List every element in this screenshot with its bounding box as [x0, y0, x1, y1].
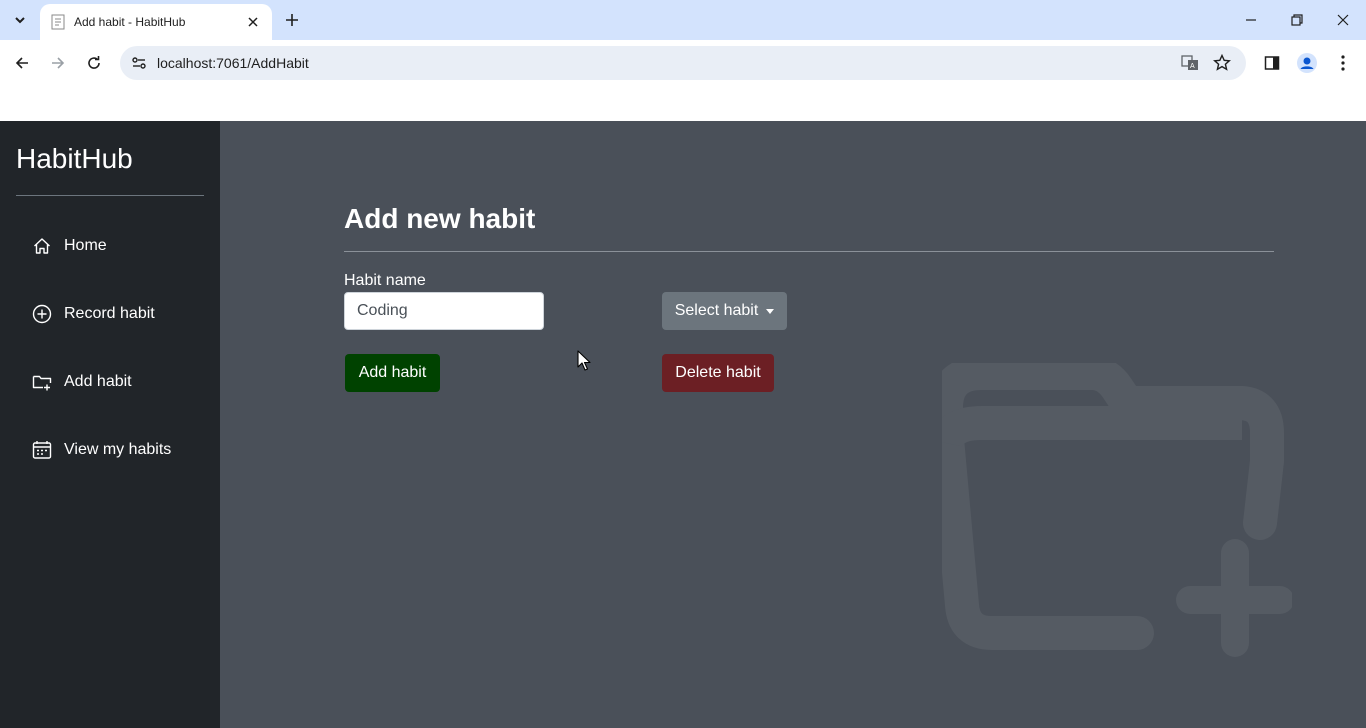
sidebar-item-label: View my habits [64, 441, 172, 458]
reload-icon [88, 56, 100, 69]
side-panel-icon [1264, 56, 1280, 70]
profile-avatar[interactable] [1293, 49, 1321, 77]
site-info-icon[interactable] [126, 50, 152, 76]
reload-button[interactable] [80, 49, 108, 77]
app: HabitHub Home Record habit Add habit Vie… [0, 121, 1366, 728]
page-favicon-icon [50, 14, 66, 30]
select-habit-label: Select habit [674, 302, 759, 319]
habit-name-input[interactable] [344, 292, 544, 330]
page-title: Add new habit [344, 203, 536, 234]
restore-icon [1291, 14, 1303, 26]
new-tab-button[interactable] [280, 8, 304, 32]
sidebar-item-add-habit[interactable]: Add habit [16, 360, 206, 404]
tab-title: Add habit - HabitHub [74, 15, 186, 29]
translate-icon[interactable]: A [1178, 51, 1202, 75]
sidebar: HabitHub Home Record habit Add habit Vie… [0, 121, 220, 728]
sidebar-divider [16, 195, 204, 196]
forward-button[interactable] [44, 49, 72, 77]
tab-strip: Add habit - HabitHub [0, 0, 1366, 40]
plus-icon [286, 14, 298, 26]
bookmark-star-icon[interactable] [1210, 51, 1234, 75]
house-icon [34, 238, 50, 254]
sidebar-item-label: Add habit [64, 373, 132, 390]
habit-name-label: Habit name [344, 272, 426, 289]
mouse-pointer-icon [577, 350, 591, 371]
browser-menu-button[interactable] [1329, 49, 1357, 77]
restore-button[interactable] [1274, 0, 1320, 40]
tab-search-button[interactable] [6, 6, 34, 34]
calendar-icon [32, 441, 52, 459]
back-button[interactable] [8, 49, 36, 77]
brand-title[interactable]: HabitHub [16, 143, 133, 175]
sidebar-item-home[interactable]: Home [16, 224, 206, 268]
sidebar-item-label: Record habit [64, 305, 155, 322]
add-habit-button[interactable]: Add habit [345, 354, 440, 392]
chevron-down-icon [15, 17, 25, 24]
delete-habit-button[interactable]: Delete habit [662, 354, 774, 392]
select-habit-dropdown[interactable]: Select habit [662, 292, 787, 330]
close-icon [1337, 14, 1349, 26]
arrow-right-icon [52, 57, 65, 69]
url-text[interactable]: localhost:7061/AddHabit [157, 55, 309, 71]
minimize-icon [1246, 19, 1256, 21]
sidebar-item-record-habit[interactable]: Record habit [16, 292, 206, 336]
folder-plus-watermark-icon [942, 363, 1292, 657]
arrow-left-icon [15, 57, 28, 69]
minimize-button[interactable] [1228, 0, 1274, 40]
profile-icon [1297, 53, 1317, 73]
title-divider [344, 251, 1274, 252]
browser-tab-active[interactable]: Add habit - HabitHub [40, 4, 272, 40]
caret-down-icon [766, 308, 775, 314]
browser-toolbar: localhost:7061/AddHabit A [0, 40, 1366, 86]
main-content: Add new habit Habit name Select habit Ad… [220, 121, 1366, 728]
close-window-button[interactable] [1320, 0, 1366, 40]
kebab-menu-icon [1341, 55, 1345, 71]
address-bar[interactable]: localhost:7061/AddHabit A [120, 46, 1246, 80]
plus-circle-icon [32, 304, 52, 324]
side-panel-button[interactable] [1258, 49, 1286, 77]
close-tab-icon[interactable] [244, 13, 262, 31]
svg-text:A: A [1190, 63, 1195, 70]
sidebar-item-view-my-habits[interactable]: View my habits [16, 428, 206, 472]
folder-plus-icon [32, 375, 52, 391]
sidebar-item-label: Home [64, 237, 107, 254]
